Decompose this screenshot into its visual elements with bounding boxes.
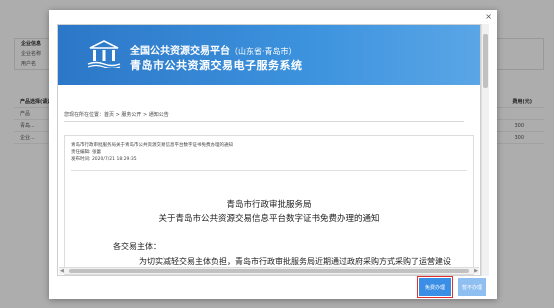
document-body: 为切实减轻交易主体负担，青岛市行政审批服务局近期通过政府采购方式采购了运营建设 <box>139 257 451 266</box>
document-title: 关于青岛市公共资源交易信息平台数字证书免费办理的通知 <box>158 214 380 224</box>
horizontal-scrollbar[interactable]: ◀ ▶ <box>59 267 479 274</box>
close-icon[interactable]: × <box>485 12 492 21</box>
platform-logo-icon <box>87 40 121 68</box>
banner-title: 全国公共资源交易平台（山东省·青岛市） <box>130 42 297 57</box>
banner-title-main: 全国公共资源交易平台 <box>130 46 230 57</box>
scroll-right-icon[interactable]: ▶ <box>474 268 478 274</box>
notice-content-frame: 全国公共资源交易平台（山东省·青岛市） 青岛市公共资源交易电子服务系统 您现在所… <box>57 24 481 276</box>
breadcrumb-divider <box>64 121 464 122</box>
banner-subtitle: 青岛市公共资源交易电子服务系统 <box>130 59 303 72</box>
banner-title-region: （山东省·青岛市） <box>230 47 297 56</box>
document-issuer: 青岛市行政审批服务局 <box>226 200 312 210</box>
site-banner: 全国公共资源交易平台（山东省·青岛市） 青岛市公共资源交易电子服务系统 <box>58 25 480 85</box>
notice-modal: × 全国公共资源交易平台（山东省·青岛市） 青岛市公共资源交易电子服务系统 您现… <box>49 10 497 299</box>
scroll-left-icon[interactable]: ◀ <box>60 268 64 274</box>
notice-document: 青岛市行政审批服务局关于青岛市公共资源交易信息平台数字证书免费办理的通知 责任编… <box>64 135 474 275</box>
free-apply-button[interactable]: 免费办理 <box>417 276 453 298</box>
document-meta-title: 青岛市行政审批服务局关于青岛市公共资源交易信息平台数字证书免费办理的通知 <box>71 143 233 148</box>
vertical-scroll-thumb[interactable] <box>483 34 488 88</box>
document-meta: 青岛市行政审批服务局关于青岛市公共资源交易信息平台数字证书免费办理的通知 责任编… <box>71 142 233 163</box>
document-editor: 责任编辑: 张蕾 <box>71 150 101 155</box>
document-greeting: 各交易主体： <box>113 242 161 251</box>
breadcrumb[interactable]: 您现在所在位置：首页 > 服务公开 > 通知公告 <box>64 111 169 118</box>
horizontal-scroll-thumb[interactable] <box>69 269 469 273</box>
later-button[interactable]: 暂不办理 <box>458 278 486 296</box>
document-divider <box>71 170 467 171</box>
vertical-scrollbar[interactable] <box>481 24 489 276</box>
document-date: 发布时间: 2020/7/21 18:29:35 <box>71 157 137 162</box>
